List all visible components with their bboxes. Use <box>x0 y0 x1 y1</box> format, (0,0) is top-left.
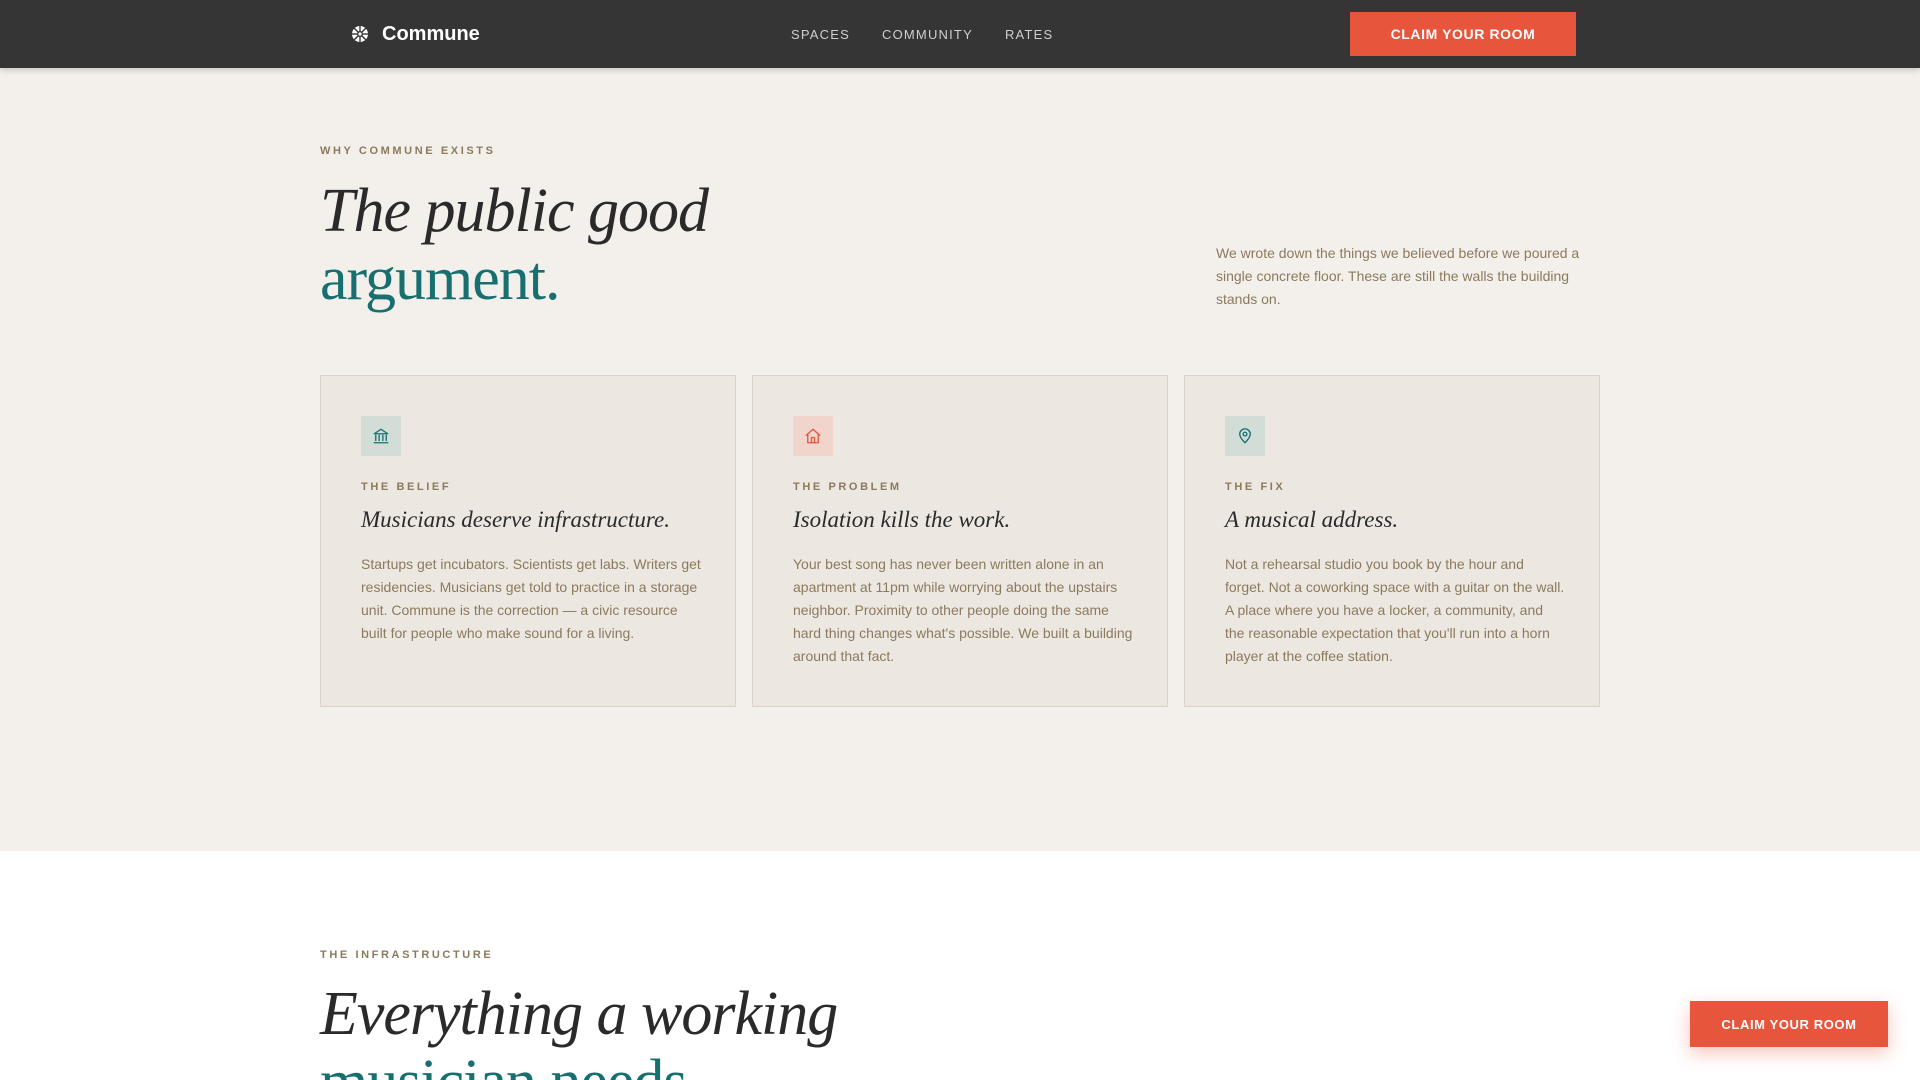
section-title: The public good argument. <box>320 177 709 313</box>
brand-name: Commune <box>382 22 480 45</box>
nav-link-rates[interactable]: RATES <box>1005 27 1053 42</box>
card-label: THE PROBLEM <box>793 481 902 493</box>
infrastructure-section: THE INFRASTRUCTURE Everything a working … <box>0 851 1920 1080</box>
card-body: Not a rehearsal studio you book by the h… <box>1225 556 1565 664</box>
section-eyebrow: THE INFRASTRUCTURE <box>320 949 494 961</box>
location-pin-icon <box>1225 416 1265 456</box>
title-line-1: Everything a working <box>320 980 838 1048</box>
institution-icon <box>361 416 401 456</box>
floating-claim-room-button[interactable]: CLAIM YOUR ROOM <box>1690 1001 1888 1047</box>
card-label: THE BELIEF <box>361 481 452 493</box>
title-line-1: The public good <box>320 177 709 245</box>
card-title: Musicians deserve infrastructure. <box>361 507 670 532</box>
nav-link-spaces[interactable]: SPACES <box>791 27 850 42</box>
claim-room-button[interactable]: CLAIM YOUR ROOM <box>1350 12 1576 56</box>
card-title: Isolation kills the work. <box>793 507 1011 532</box>
section-intro: We wrote down the things we believed bef… <box>1216 245 1580 307</box>
nav-link-community[interactable]: COMMUNITY <box>882 27 973 42</box>
top-navigation-bar: Commune SPACES COMMUNITY RATES CLAIM YOU… <box>0 0 1920 68</box>
brand-logo-link[interactable]: Commune <box>350 0 480 68</box>
section-eyebrow: WHY COMMUNE EXISTS <box>320 145 496 157</box>
title-line-2: argument. <box>320 245 561 313</box>
card-fix: THE FIX A musical address. Not a rehears… <box>1184 375 1600 707</box>
house-icon <box>793 416 833 456</box>
why-commune-section: WHY COMMUNE EXISTS The public good argum… <box>0 68 1920 851</box>
card-label: THE FIX <box>1225 481 1286 493</box>
title-line-2: musician needs. <box>320 1048 837 1080</box>
card-belief: THE BELIEF Musicians deserve infrastruct… <box>320 375 736 707</box>
compass-icon <box>352 26 368 42</box>
belief-cards: THE BELIEF Musicians deserve infrastruct… <box>320 375 1600 707</box>
card-body: Your best song has never been written al… <box>793 556 1133 664</box>
card-body: Startups get incubators. Scientists get … <box>361 556 701 641</box>
section-title: Everything a working musician needs. <box>320 980 838 1080</box>
card-title: A musical address. <box>1225 507 1399 532</box>
card-problem: THE PROBLEM Isolation kills the work. Yo… <box>752 375 1168 707</box>
main-nav: SPACES COMMUNITY RATES <box>791 0 1053 68</box>
